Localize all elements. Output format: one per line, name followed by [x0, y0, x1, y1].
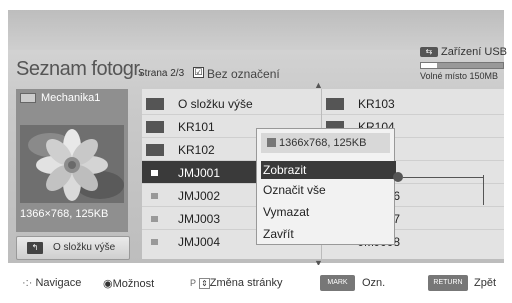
row-label: KR102: [178, 143, 215, 157]
menu-item-label: Zobrazit: [263, 163, 307, 177]
device-name: Zařízení USB: [441, 46, 508, 58]
nav-arrows-icon: ·:·: [22, 277, 33, 289]
folder-row[interactable]: KR103: [322, 92, 504, 115]
option-hint: ◉Možnost: [103, 277, 154, 290]
page-change-label: Změna stránky: [209, 277, 283, 289]
row-label: JMJ001: [178, 166, 221, 180]
menu-item-label: Vymazat: [263, 205, 310, 219]
usb-icon: ⇆: [420, 47, 438, 57]
photo-file-icon: [151, 193, 158, 199]
up-folder-icon: [146, 98, 164, 110]
menu-item-delete[interactable]: Vymazat: [261, 203, 396, 221]
unmarked-checkbox[interactable]: ☑: [193, 67, 204, 78]
mark-hint: Ozn.: [362, 277, 386, 289]
popup-header-text: 1366x768, 125KB: [279, 137, 367, 149]
row-label: JMJ004: [178, 235, 221, 249]
drive-label: Mechanika1: [20, 92, 100, 104]
photo-list-screen: Seznam fotogr. Strana 2/3 ☑ Bez označení…: [0, 0, 512, 303]
drive-icon: [20, 93, 36, 104]
focus-indicator: [393, 172, 403, 182]
folder-icon: [146, 144, 164, 156]
menu-item-label: Zavřít: [263, 227, 294, 241]
row-label: JMJ002: [178, 189, 221, 203]
mark-key-icon: MARK: [320, 275, 355, 291]
folder-icon: [326, 98, 344, 110]
row-label: O složku výše: [178, 97, 253, 111]
page-title: Seznam fotogr.: [16, 58, 144, 80]
flower-image: [20, 125, 124, 203]
up-folder-row[interactable]: O složku výše: [142, 92, 321, 115]
row-label: KR101: [178, 120, 215, 134]
photo-file-icon: [151, 239, 158, 245]
up-folder-label: O složku výše: [53, 242, 116, 253]
page-key-icon: P: [190, 278, 197, 288]
storage-bar: [420, 62, 504, 69]
menu-item-view[interactable]: Zobrazit: [261, 161, 396, 179]
row-label: KR103: [358, 97, 395, 111]
nav-hint: ·:· Navigace: [22, 277, 81, 289]
photo-info-icon: [267, 138, 276, 147]
photo-file-icon: [151, 170, 158, 176]
preview-resolution: 1366×768, 125KB: [20, 208, 109, 220]
menu-item-close[interactable]: Zavřít: [261, 225, 396, 243]
free-space: Volné místo 150MB: [420, 71, 499, 81]
nav-label: Navigace: [35, 277, 82, 289]
up-folder-icon: ↰: [27, 242, 43, 254]
page-hint: P ⇕ Změna stránky: [190, 277, 283, 289]
page-indicator: Strana 2/3: [138, 68, 185, 79]
back-hint: Zpět: [474, 277, 497, 289]
unmarked-label: Bez označení: [207, 67, 280, 81]
photo-file-icon: [151, 216, 158, 222]
photo-thumbnail: [20, 125, 124, 203]
top-strip: [8, 10, 504, 50]
drive-name: Mechanika1: [41, 92, 101, 104]
popup-header: 1366x768, 125KB: [261, 133, 390, 153]
row-label: JMJ003: [178, 212, 221, 226]
folder-icon: [146, 121, 164, 133]
menu-item-mark-all[interactable]: Označit vše: [261, 181, 396, 199]
up-folder-button[interactable]: ↰ O složku výše: [16, 236, 130, 260]
return-key-icon: RETURN: [428, 275, 468, 291]
options-popup: 1366x768, 125KB Zobrazit Označit vše Vym…: [256, 128, 396, 245]
option-label: Možnost: [112, 278, 155, 290]
focus-tick: [483, 175, 484, 205]
page-updown-icon: ⇕: [199, 278, 210, 289]
storage-fill: [421, 63, 438, 68]
menu-item-label: Označit vše: [263, 183, 326, 197]
focus-line: [403, 177, 483, 178]
ok-button-icon: ◉: [103, 278, 113, 290]
